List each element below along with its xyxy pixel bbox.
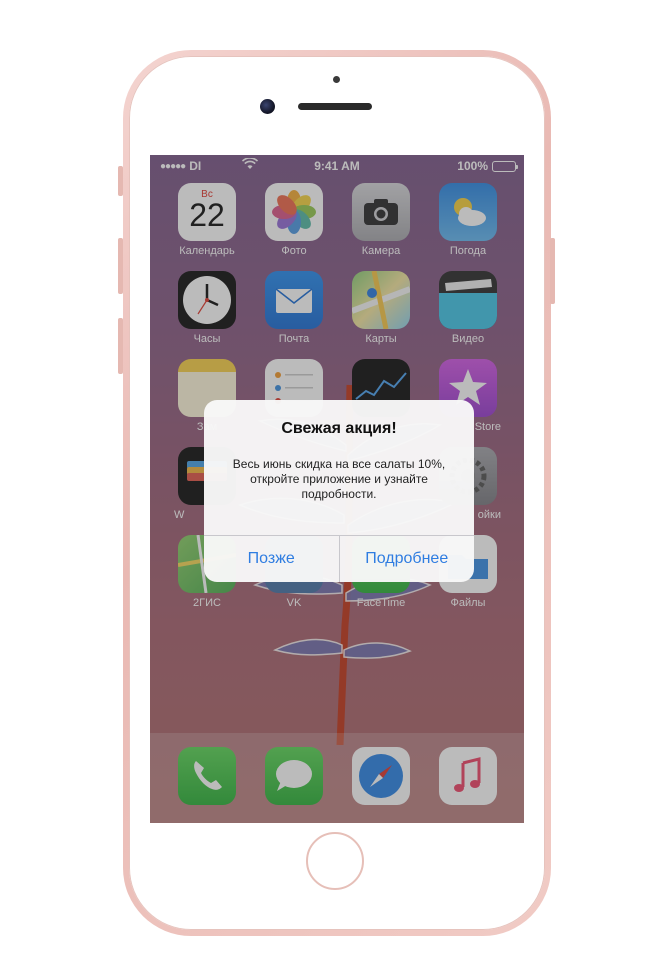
alert-title: Свежая акция!: [281, 420, 397, 437]
proximity-sensor: [333, 76, 340, 83]
home-button[interactable]: [306, 832, 364, 890]
later-button[interactable]: Позже: [204, 536, 340, 582]
details-button[interactable]: Подробнее: [340, 536, 475, 582]
front-camera: [260, 99, 275, 114]
volume-down-button: [118, 318, 123, 374]
phone-screen: ●●●●● DI 9:41 AM 100% Вс 22 Календарь Фо…: [150, 155, 524, 823]
alert-button-row: Позже Подробнее: [204, 535, 474, 582]
earpiece-speaker: [298, 103, 372, 110]
promo-alert-dialog: Свежая акция! Весь июнь скидка на все са…: [204, 400, 474, 582]
volume-up-button: [118, 238, 123, 294]
mute-switch: [118, 166, 123, 196]
alert-message: Весь июнь скидка на все салаты 10%, откр…: [232, 457, 446, 501]
power-button: [550, 238, 555, 304]
